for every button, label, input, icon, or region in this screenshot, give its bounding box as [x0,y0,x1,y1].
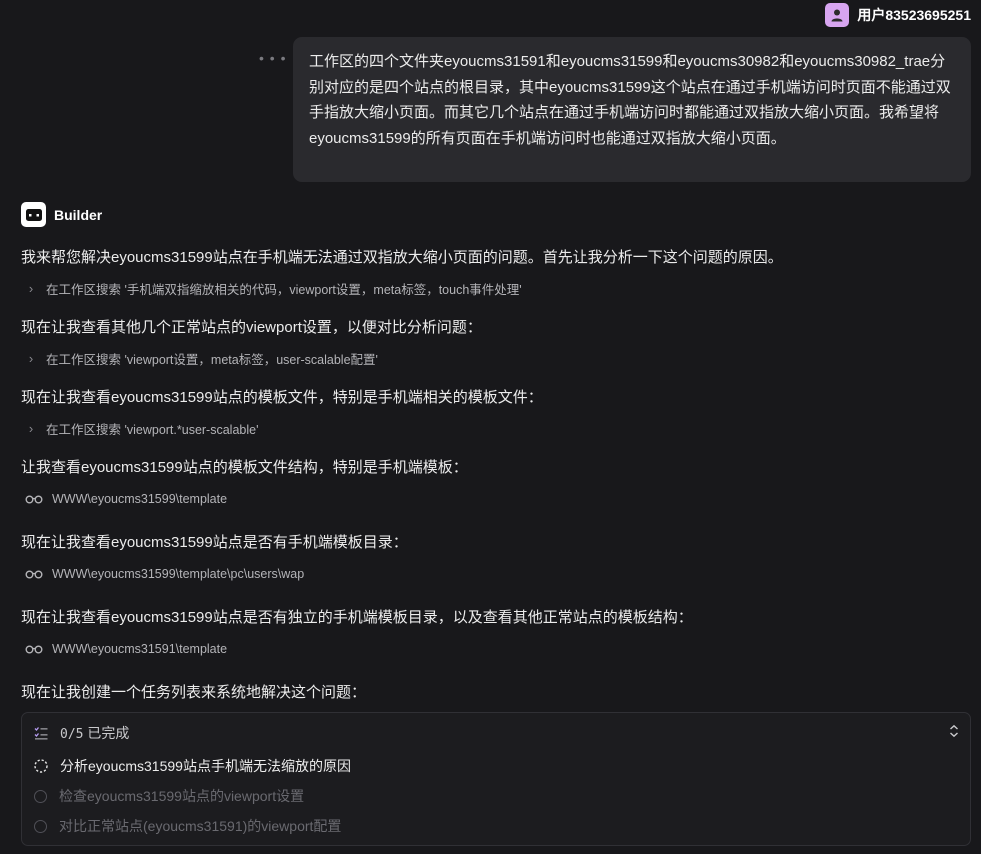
search-step[interactable]: › 在工作区搜索 'viewport设置，meta标签，user-scalabl… [26,349,378,368]
builder-logo-icon [21,202,46,227]
assistant-message: 现在让我查看eyoucms31599站点的模板文件，特别是手机端相关的模板文件： [21,389,543,406]
path-label: WWW\eyoucms31591\template [52,642,228,656]
task-list-header[interactable]: 0/5 已完成 [34,723,129,743]
chevron-right-icon: › [28,351,34,366]
chevron-right-icon: › [28,281,34,296]
more-dots-icon[interactable]: • • • [259,50,286,66]
assistant-message: 现在让我查看其他几个正常站点的viewport设置，以便对比分析问题： [21,319,482,336]
assistant-message: 现在让我查看eyoucms31599站点是否有独立的手机端模板目录，以及查看其他… [21,609,693,626]
assistant-name: Builder [54,206,103,223]
task-item: 分析eyoucms31599站点手机端无法缩放的原因 [34,756,351,776]
view-path-step[interactable]: WWW\eyoucms31591\template [25,642,227,656]
task-item-label: 分析eyoucms31599站点手机端无法缩放的原因 [60,758,351,774]
assistant-message: 让我查看eyoucms31599站点的模板文件结构，特别是手机端模板： [21,459,468,476]
loading-spinner-icon [34,759,48,773]
glasses-icon [25,570,43,579]
assistant-header: Builder [21,202,102,227]
assistant-message: 现在让我创建一个任务列表来系统地解决这个问题： [21,684,367,701]
task-item-label: 检查eyoucms31599站点的viewport设置 [59,788,305,804]
assistant-message: 我来帮您解决eyoucms31599站点在手机端无法通过双指放大缩小页面的问题。… [21,249,783,266]
search-step[interactable]: › 在工作区搜索 '手机端双指缩放相关的代码，viewport设置，meta标签… [26,279,522,298]
task-item: 对比正常站点(eyoucms31591)的viewport配置 [34,816,341,836]
view-path-step[interactable]: WWW\eyoucms31599\template [25,492,227,506]
chevron-up-down-icon[interactable] [948,724,960,738]
glasses-icon [25,495,43,504]
task-status: 已完成 [87,725,130,741]
chevron-right-icon: › [28,421,34,436]
search-step-label: 在工作区搜索 '手机端双指缩放相关的代码，viewport设置，meta标签，t… [46,283,522,297]
glasses-icon [25,645,43,654]
task-item: 检查eyoucms31599站点的viewport设置 [34,786,304,806]
search-step-label: 在工作区搜索 'viewport.*user-scalable' [46,423,259,437]
pending-circle-icon [34,819,47,833]
checklist-icon [34,727,48,740]
search-step[interactable]: › 在工作区搜索 'viewport.*user-scalable' [26,419,259,438]
path-label: WWW\eyoucms31599\template [52,492,228,506]
view-path-step[interactable]: WWW\eyoucms31599\template\pc\users\wap [25,567,304,581]
user-icon [825,3,850,27]
search-step-label: 在工作区搜索 'viewport设置，meta标签，user-scalable配… [46,353,378,367]
user-name: 用户83523695251 [857,7,971,23]
pending-circle-icon [34,789,47,803]
user-message-bubble: 工作区的四个文件夹eyoucms31591和eyoucms31599和eyouc… [293,37,971,182]
user-profile[interactable]: 用户83523695251 [825,3,971,27]
task-list-panel: 0/5 已完成 分析eyoucms31599站点手机端无法缩放的原因 检查eyo… [21,712,971,846]
assistant-message: 现在让我查看eyoucms31599站点是否有手机端模板目录： [21,534,408,551]
task-progress: 0/5 [60,727,84,742]
path-label: WWW\eyoucms31599\template\pc\users\wap [52,567,305,581]
task-item-label: 对比正常站点(eyoucms31591)的viewport配置 [59,818,342,834]
